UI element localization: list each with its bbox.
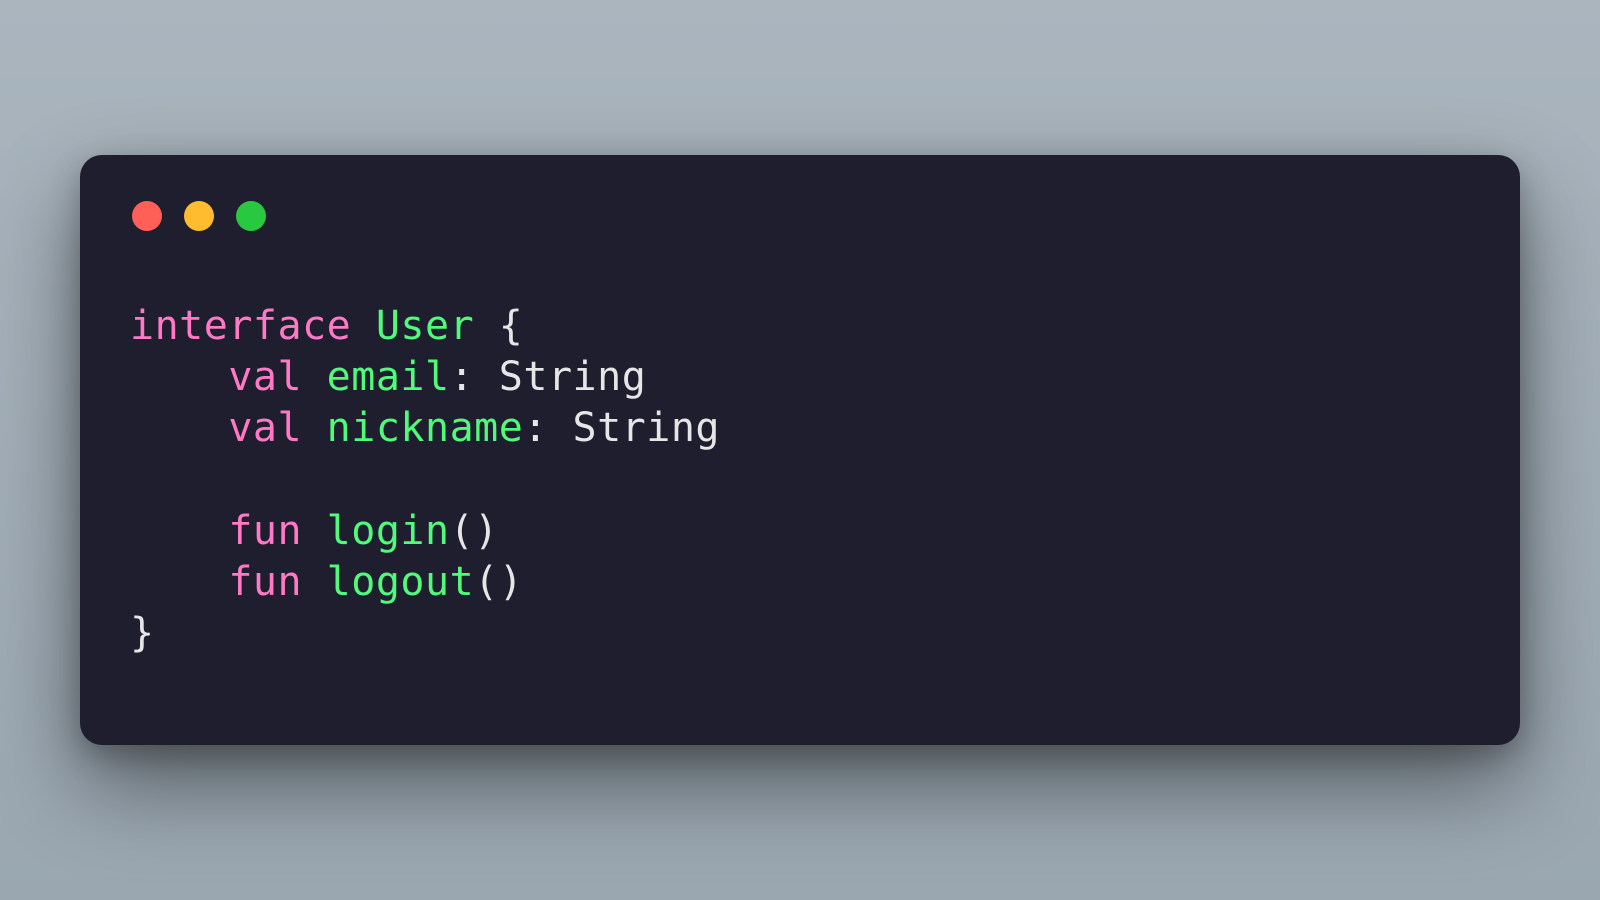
- type-user: User: [376, 303, 474, 349]
- identifier-login: login: [327, 508, 450, 554]
- close-icon[interactable]: [132, 201, 162, 231]
- minimize-icon[interactable]: [184, 201, 214, 231]
- type-string: String: [499, 354, 647, 400]
- brace-close: }: [130, 610, 155, 656]
- parens: (): [450, 508, 499, 554]
- colon: :: [523, 405, 548, 451]
- identifier-email: email: [327, 354, 450, 400]
- brace-open: {: [499, 303, 524, 349]
- keyword-fun: fun: [228, 508, 302, 554]
- keyword-fun: fun: [228, 559, 302, 605]
- parens: (): [474, 559, 523, 605]
- code-window: interface User { val email: String val n…: [80, 155, 1520, 745]
- colon: :: [450, 354, 475, 400]
- window-controls: [132, 201, 1470, 231]
- code-block: interface User { val email: String val n…: [130, 301, 1470, 659]
- identifier-nickname: nickname: [327, 405, 524, 451]
- zoom-icon[interactable]: [236, 201, 266, 231]
- keyword-val: val: [228, 405, 302, 451]
- identifier-logout: logout: [327, 559, 475, 605]
- type-string: String: [573, 405, 721, 451]
- keyword-interface: interface: [130, 303, 351, 349]
- keyword-val: val: [228, 354, 302, 400]
